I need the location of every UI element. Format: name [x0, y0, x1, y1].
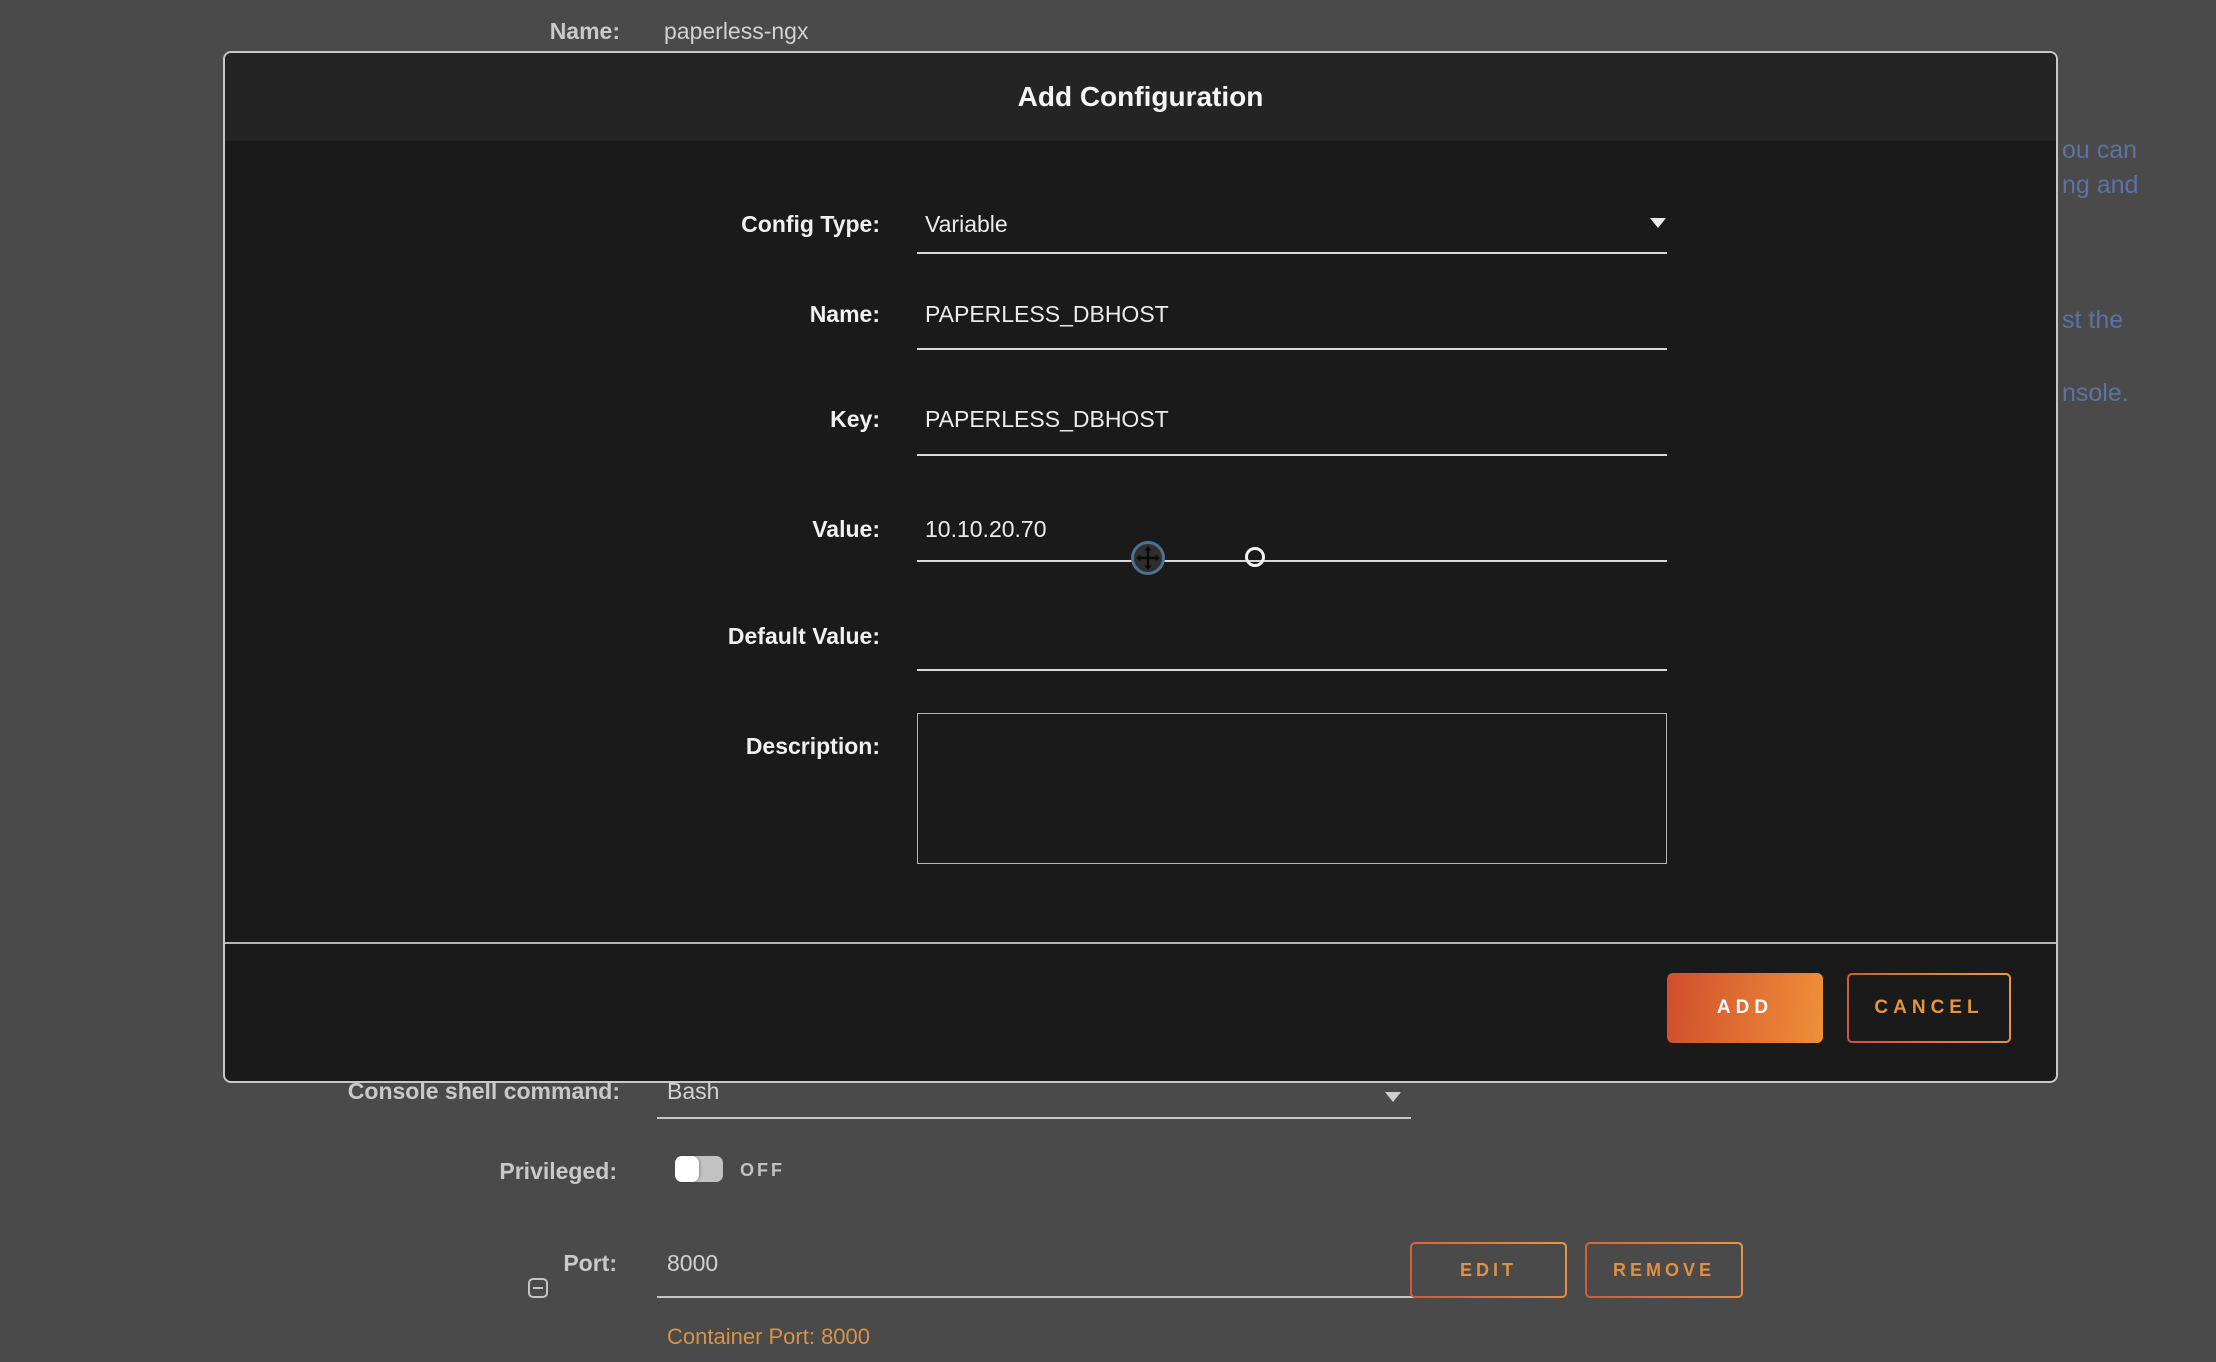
- modal-footer-separator: [225, 942, 2056, 944]
- modal-header: Add Configuration: [225, 53, 2056, 141]
- edit-button[interactable]: EDIT: [1410, 1242, 1567, 1298]
- chevron-down-icon: [1385, 1092, 1401, 1102]
- clipped-help-text: st the: [2062, 303, 2123, 338]
- cancel-button[interactable]: CANCEL: [1847, 973, 2011, 1043]
- port-input[interactable]: 8000: [667, 1250, 718, 1277]
- clipped-help-text: ng and: [2062, 168, 2138, 203]
- console-field-underline: [657, 1117, 1411, 1119]
- privileged-state-text: OFF: [740, 1160, 785, 1181]
- key-underline: [917, 454, 1667, 456]
- key-label: Key:: [225, 406, 880, 434]
- clipped-help-text: nsole.: [2062, 376, 2129, 411]
- move-arrows-glyph: [1136, 546, 1160, 570]
- default-value-label: Default Value:: [225, 623, 880, 651]
- value-label: Value:: [225, 516, 880, 544]
- description-label: Description:: [225, 733, 880, 761]
- cursor-target-dot: [1245, 547, 1265, 567]
- modal-title: Add Configuration: [1018, 81, 1264, 113]
- remove-button[interactable]: REMOVE: [1585, 1242, 1743, 1298]
- description-textarea[interactable]: [917, 713, 1667, 864]
- container-name-label: Name:: [400, 18, 620, 45]
- default-value-underline: [917, 669, 1667, 671]
- config-type-select[interactable]: Variable: [925, 211, 1008, 238]
- value-underline: [917, 560, 1667, 562]
- name-label: Name:: [225, 301, 880, 329]
- port-field-underline: [657, 1296, 1417, 1298]
- collapse-minus-icon[interactable]: [528, 1278, 548, 1298]
- add-button[interactable]: ADD: [1667, 973, 1823, 1043]
- name-input[interactable]: PAPERLESS_DBHOST: [925, 301, 1169, 328]
- container-name-value[interactable]: paperless-ngx: [664, 18, 808, 45]
- clipped-help-text: ou can: [2062, 133, 2137, 168]
- name-underline: [917, 348, 1667, 350]
- port-label: Port:: [520, 1250, 617, 1277]
- key-input[interactable]: PAPERLESS_DBHOST: [925, 406, 1169, 433]
- toggle-knob: [675, 1156, 699, 1182]
- container-port-text: Container Port: 8000: [667, 1324, 870, 1350]
- config-type-label: Config Type:: [225, 211, 880, 239]
- privileged-label: Privileged:: [300, 1158, 617, 1185]
- chevron-down-icon: [1650, 218, 1666, 228]
- config-type-underline: [917, 252, 1667, 254]
- privileged-toggle[interactable]: [675, 1156, 723, 1182]
- value-input[interactable]: 10.10.20.70: [925, 516, 1047, 543]
- move-cursor-icon: [1131, 541, 1165, 575]
